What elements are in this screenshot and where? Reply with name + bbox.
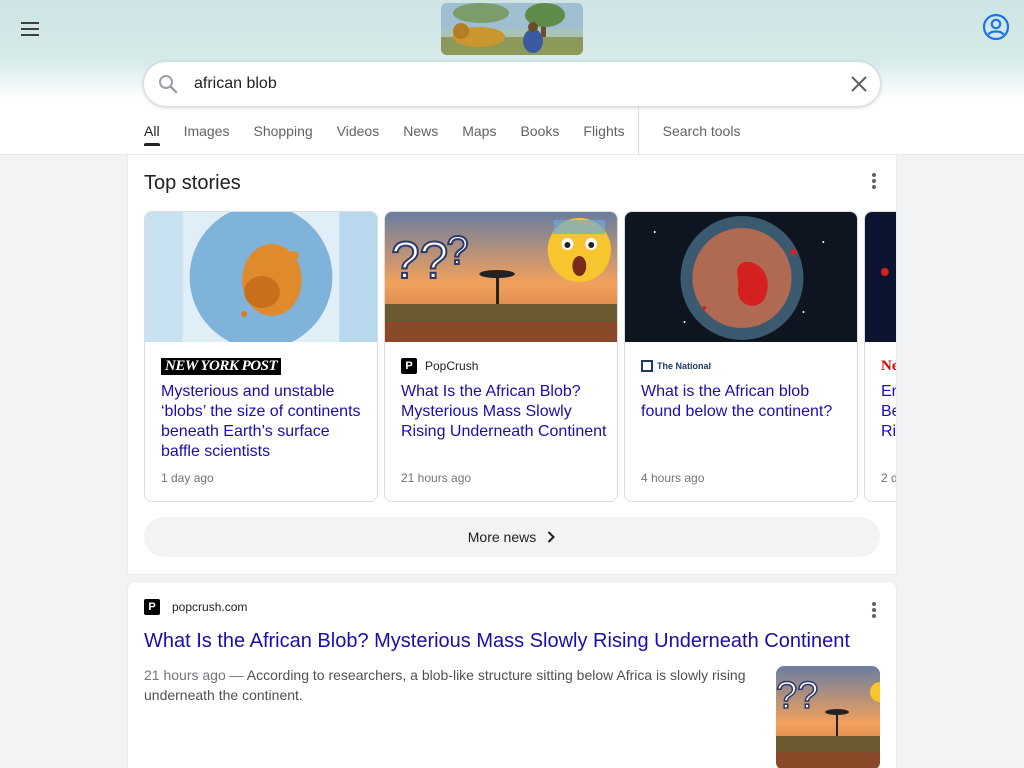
- story-source: P PopCrush: [401, 358, 478, 374]
- search-tools-button[interactable]: Search tools: [663, 108, 741, 146]
- search-input[interactable]: [194, 62, 834, 106]
- tab-images[interactable]: Images: [184, 108, 230, 146]
- story-time: 1 day ago: [161, 471, 214, 485]
- story-card[interactable]: ?? ? P PopCrush What Is the African Blob…: [384, 211, 618, 502]
- tabs-divider: [637, 108, 639, 154]
- more-news-button[interactable]: More news: [144, 517, 880, 557]
- tab-books[interactable]: Books: [520, 108, 559, 146]
- story-card[interactable]: The National What is the African blob fo…: [624, 211, 858, 502]
- story-time: 21 hours ago: [401, 471, 472, 485]
- tab-all[interactable]: All: [144, 108, 160, 146]
- svg-text:??: ??: [391, 231, 448, 289]
- story-source-name: The National: [657, 361, 712, 371]
- top-stories-card: Top stories NEW YORK POST Mysterious and…: [127, 155, 897, 575]
- close-icon[interactable]: [848, 73, 870, 95]
- section-title: Top stories: [144, 172, 241, 194]
- tab-flights[interactable]: Flights: [583, 108, 624, 146]
- more-vert-icon[interactable]: [864, 173, 884, 193]
- story-title: En Be Ris: [881, 383, 897, 440]
- tab-news[interactable]: News: [403, 108, 438, 146]
- search-icon[interactable]: [158, 74, 178, 94]
- tab-maps[interactable]: Maps: [462, 108, 496, 146]
- result-snippet: 21 hours ago — According to researchers,…: [144, 665, 764, 705]
- story-title: What is the African blob found below the…: [641, 383, 833, 420]
- result-title-link[interactable]: What Is the African Blob? Mysterious Mas…: [144, 630, 850, 653]
- result-domain[interactable]: popcrush.com: [172, 600, 247, 614]
- chevron-right-icon: [548, 531, 556, 543]
- svg-text:?: ?: [446, 229, 468, 273]
- result-date: 21 hours ago —: [144, 667, 244, 683]
- doodle-logo[interactable]: [441, 3, 583, 55]
- story-source: NEW YORK POST: [161, 357, 282, 375]
- more-vert-icon[interactable]: [864, 602, 884, 622]
- story-source-name: PopCrush: [425, 359, 479, 373]
- nypost-logo: NEW YORK POST: [161, 357, 282, 375]
- header: All Images Shopping Videos News Maps Boo…: [0, 0, 1024, 155]
- svg-text:??: ??: [776, 675, 818, 717]
- story-time: 4 hours ago: [641, 471, 705, 485]
- story-card[interactable]: NEW YORK POST Mysterious and unstable ‘b…: [144, 211, 378, 502]
- story-source: The National: [641, 358, 711, 374]
- story-time: 2 d: [881, 471, 897, 485]
- the-national-logo: [641, 360, 653, 372]
- search-result: P popcrush.com What Is the African Blob?…: [127, 581, 897, 768]
- story-title: Mysterious and unstable ‘blobs’ the size…: [161, 383, 361, 460]
- more-news-label: More news: [467, 529, 537, 545]
- account-icon[interactable]: [982, 13, 1010, 41]
- story-image: [625, 212, 857, 342]
- search-tabs: All Images Shopping Videos News Maps Boo…: [144, 108, 764, 155]
- tab-shopping[interactable]: Shopping: [253, 108, 312, 146]
- story-source-name: Ne: [881, 357, 897, 374]
- popcrush-logo: P: [401, 358, 417, 374]
- story-image: [865, 212, 896, 342]
- story-image: ?? ?: [385, 212, 617, 342]
- search-box: [144, 62, 880, 106]
- menu-icon[interactable]: [18, 18, 42, 42]
- tab-videos[interactable]: Videos: [337, 108, 380, 146]
- story-card[interactable]: Ne En Be Ris 2 d: [864, 211, 897, 502]
- story-source: Ne: [881, 357, 897, 374]
- story-title: What Is the African Blob? Mysterious Mas…: [401, 383, 607, 440]
- site-favicon: P: [144, 599, 160, 615]
- story-image: [145, 212, 377, 342]
- result-thumbnail[interactable]: ??: [776, 666, 880, 768]
